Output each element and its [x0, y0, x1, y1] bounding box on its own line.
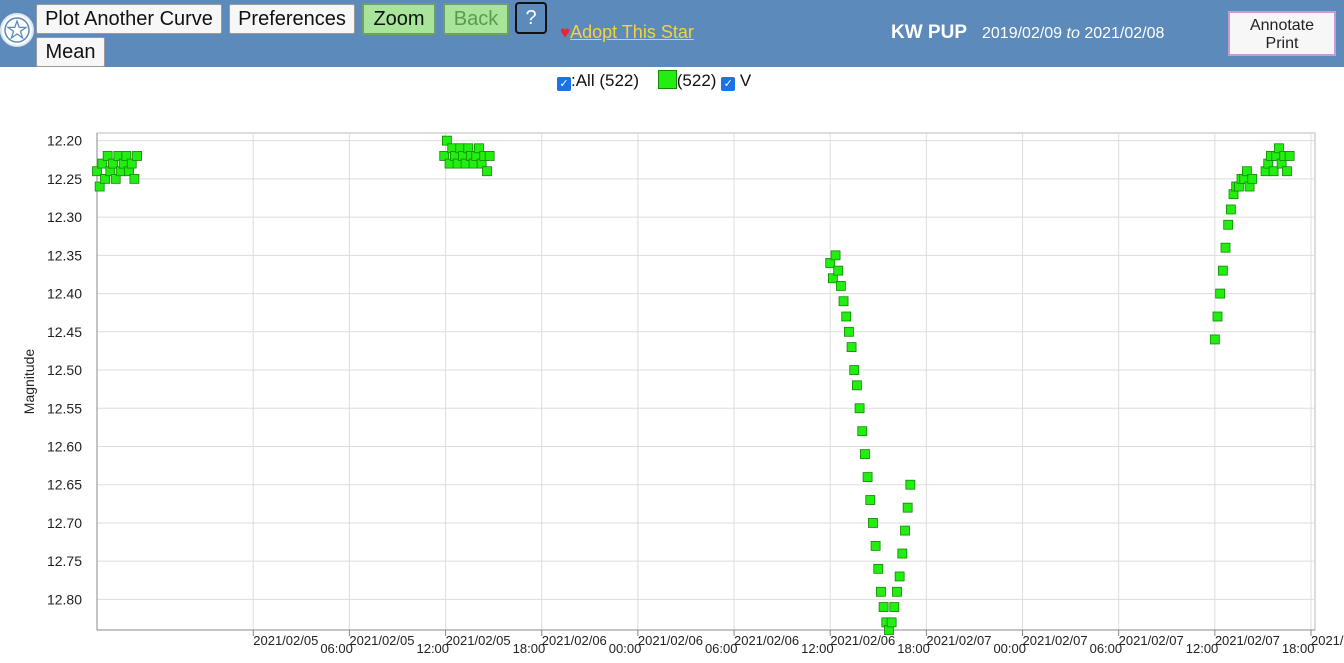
data-point [868, 518, 878, 528]
v-band-checkbox[interactable]: ✓ [721, 77, 736, 91]
data-point [894, 571, 905, 582]
data-point [1223, 219, 1234, 230]
all-checkbox[interactable]: ✓ [557, 77, 571, 91]
data-point [1215, 288, 1226, 299]
x-tick-label: 2021/02/0712:00 [1119, 633, 1219, 656]
data-point [1225, 204, 1236, 215]
data-point [905, 479, 916, 490]
data-point [833, 265, 844, 276]
zoom-button[interactable]: Zoom [362, 3, 436, 35]
date-to-word: to [1066, 25, 1080, 42]
data-point [482, 166, 492, 177]
x-tick-label: 2021/02/0706:00 [1023, 633, 1123, 656]
data-point [897, 548, 908, 559]
x-tick-label: 2021/02/0618:00 [830, 633, 930, 656]
data-point [860, 449, 870, 460]
legend: ✓:All (522) (522) ✓ V [557, 70, 751, 92]
data-point [849, 365, 860, 375]
data-point [857, 426, 868, 437]
x-tick-label: 2021/02/0612:00 [734, 633, 834, 656]
data-point [902, 502, 913, 513]
data-point [892, 586, 902, 597]
y-axis-label: Magnitude [21, 349, 37, 415]
data-point [1217, 265, 1228, 276]
y-tick-label: 12.55 [47, 400, 82, 416]
x-tick-label: 2021/02/0600:00 [542, 633, 642, 656]
y-tick-label: 12.25 [47, 171, 82, 187]
data-point [844, 326, 854, 337]
data-point [1209, 334, 1220, 345]
aavso-logo-icon [0, 13, 34, 47]
data-point [873, 563, 884, 574]
star-name: KW PUP [891, 22, 967, 43]
data-point [862, 472, 873, 482]
plot-area [96, 132, 1316, 631]
data-point [1282, 166, 1292, 177]
data-point [852, 380, 862, 391]
heart-icon: ♥ [560, 23, 571, 42]
y-tick-label: 12.45 [47, 324, 82, 340]
date-from: 2019/02/09 [982, 25, 1063, 42]
print-label: Print [1265, 34, 1299, 52]
data-point [1247, 173, 1258, 184]
preferences-button[interactable]: Preferences [229, 4, 355, 34]
annotate-print-button[interactable]: Annotate Print [1228, 11, 1336, 56]
data-point [1220, 242, 1231, 253]
legend-band-label: V [739, 71, 752, 90]
data-point [865, 495, 876, 505]
x-tick-label: 2021/02/0506:00 [253, 633, 353, 656]
help-button[interactable]: ? [515, 2, 547, 34]
date-range: 2019/02/09 to 2021/02/08 [982, 25, 1164, 43]
data-point [484, 151, 495, 161]
data-point [846, 342, 857, 352]
data-point [830, 250, 841, 261]
y-tick-label: 12.20 [47, 133, 82, 149]
y-tick-label: 12.40 [47, 286, 82, 302]
plot-another-curve-button[interactable]: Plot Another Curve [36, 4, 222, 34]
y-tick-label: 12.80 [47, 591, 82, 607]
y-tick-label: 12.60 [47, 438, 82, 454]
y-tick-label: 12.75 [47, 553, 82, 569]
data-point [132, 151, 142, 161]
adopt-star: ♥Adopt This Star [560, 22, 694, 43]
y-tick-label: 12.50 [47, 362, 82, 378]
data-point [870, 540, 881, 551]
data-point [1212, 311, 1223, 322]
data-point [900, 525, 910, 536]
x-tick-label: 2021/02/0700:00 [926, 633, 1026, 656]
data-point [835, 281, 846, 291]
light-curve-chart[interactable]: 12.20 12.25 12.30 12.35 12.40 12.45 12.50 12.55… [0, 110, 1344, 663]
x-tick-label: 2021/02/0606:00 [638, 633, 738, 656]
data-point [876, 586, 886, 597]
y-tick-label: 12.70 [47, 515, 82, 531]
data-point [129, 173, 140, 184]
data-point [841, 311, 852, 322]
data-point [878, 602, 889, 612]
data-point [889, 602, 900, 612]
v-band-swatch [657, 70, 677, 89]
data-point [854, 403, 865, 414]
annotate-label: Annotate [1249, 16, 1315, 34]
legend-band-count: (522) [676, 71, 717, 90]
y-tick-label: 12.35 [47, 247, 82, 263]
data-point [1284, 151, 1295, 161]
x-tick-label: 2021/02/0718:00 [1215, 633, 1315, 656]
toolbar: Plot Another Curve Preferences Zoom Back… [0, 0, 1344, 67]
y-tick-label: 12.65 [47, 477, 82, 493]
x-tick-label: 2021/02/0518:00 [446, 633, 546, 656]
data-point [838, 296, 849, 307]
y-tick-label: 12.30 [47, 209, 82, 225]
mean-button[interactable]: Mean [36, 37, 105, 67]
x-tick-label: 2021/02/0512:00 [349, 633, 449, 656]
data-point [886, 617, 897, 628]
adopt-star-link[interactable]: Adopt This Star [570, 22, 694, 42]
legend-all-label: :All (522) [571, 71, 640, 90]
date-to: 2021/02/08 [1084, 25, 1165, 42]
x-tick-label: 2021/02/0800:00 [1311, 633, 1344, 656]
back-button[interactable]: Back [443, 3, 509, 35]
